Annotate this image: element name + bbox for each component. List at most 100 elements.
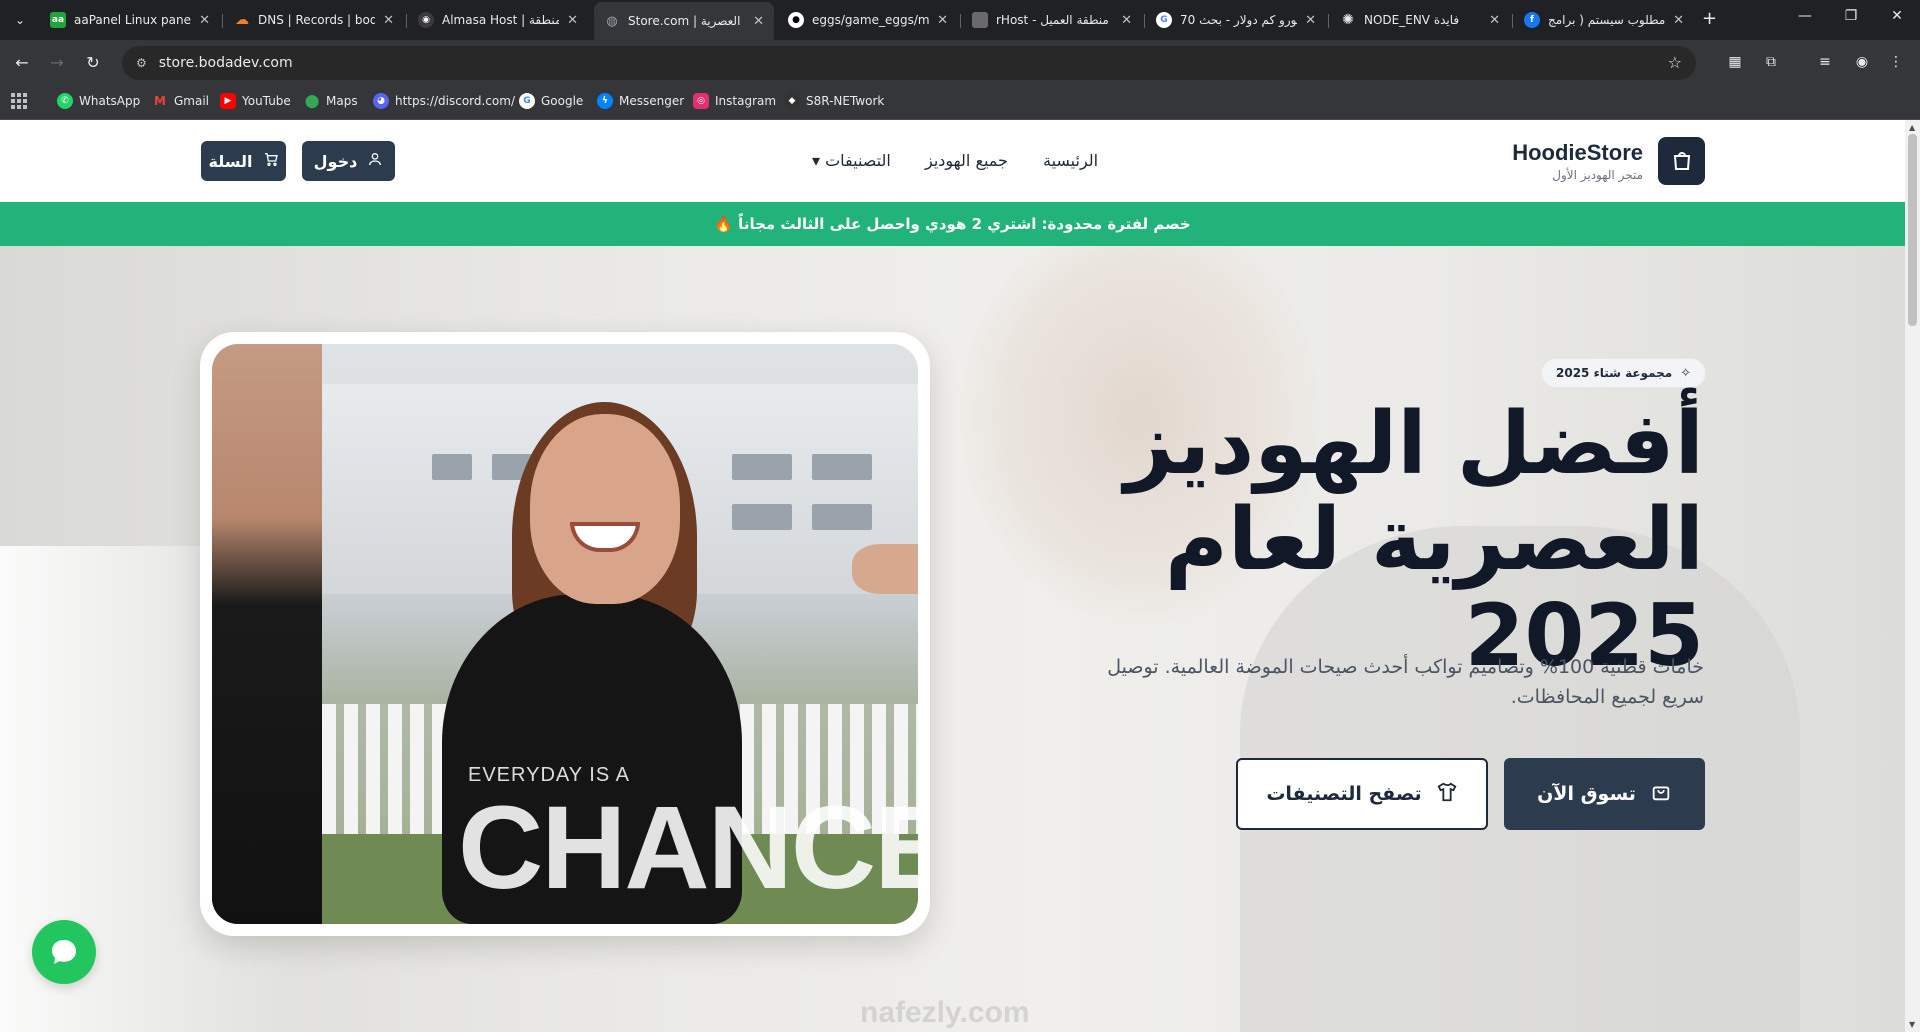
tab-active[interactable]: ◍ Store.com | العصرية ✕ xyxy=(594,2,774,40)
shopping-bag-icon xyxy=(1650,781,1672,808)
shop-now-label: تسوق الآن xyxy=(1537,783,1636,805)
tab-title: NODE_ENV فايدة xyxy=(1364,13,1460,27)
bookmark-star-icon[interactable]: ☆ xyxy=(1668,53,1682,72)
cloudflare-icon: ☁ xyxy=(235,12,249,28)
browse-categories-label: تصفح التصنيفات xyxy=(1266,783,1422,805)
tab-title: aaPanel Linux panel - xyxy=(74,13,192,27)
close-icon[interactable]: ✕ xyxy=(937,13,948,28)
close-icon[interactable]: ✕ xyxy=(1305,13,1316,28)
bookmark-label: Google xyxy=(541,94,584,108)
tab-title: Store.com | العصرية xyxy=(628,14,741,28)
tab-title: eggs/game_eggs/mi xyxy=(812,13,930,27)
s8r-icon: ◆ xyxy=(784,93,800,109)
back-icon[interactable]: ← xyxy=(10,50,34,74)
close-icon[interactable]: ✕ xyxy=(753,14,764,29)
cart-icon xyxy=(263,151,279,171)
close-icon[interactable]: ✕ xyxy=(383,13,394,28)
nav-all-hoodies[interactable]: جميع الهوديز xyxy=(925,151,1008,170)
bookmark-maps[interactable]: ⬤ Maps xyxy=(304,93,358,109)
browser-chrome: ⌄ aa aaPanel Linux panel - ✕ ☁ DNS | Rec… xyxy=(0,0,1920,120)
brand[interactable]: HoodieStore متجر الهوديز الأول xyxy=(1512,140,1643,182)
login-label: دخول xyxy=(313,151,358,171)
address-bar[interactable]: ⚙ store.bodadev.com ☆ xyxy=(122,46,1696,80)
bookmark-discord[interactable]: ◕ https://discord.com/ xyxy=(373,93,515,109)
promo-banner: خصم لفترة محدودة: اشتري 2 هودي واحصل على… xyxy=(0,202,1905,246)
site-info-icon[interactable]: ⚙ xyxy=(136,56,147,70)
bookmark-messenger[interactable]: ϟ Messenger xyxy=(597,93,684,109)
tab[interactable]: f مطلوب سيستم ( برامج ✕ xyxy=(1514,4,1694,36)
bookmark-label: Instagram xyxy=(715,94,777,108)
bookmark-instagram[interactable]: ◎ Instagram xyxy=(693,93,776,109)
tab[interactable]: aa aaPanel Linux panel - ✕ xyxy=(40,4,220,36)
tab[interactable]: ✺ NODE_ENV فايدة ✕ xyxy=(1330,4,1510,36)
close-icon[interactable]: ✕ xyxy=(1489,13,1500,28)
close-window-button[interactable]: ✕ xyxy=(1882,8,1912,24)
shirt-print-big: CHANCE xyxy=(458,782,918,914)
instagram-icon: ◎ xyxy=(693,93,709,109)
shopping-bag-icon[interactable] xyxy=(1658,137,1705,185)
minimize-button[interactable]: — xyxy=(1790,8,1820,24)
forward-icon[interactable]: → xyxy=(45,50,69,74)
tab-search-button[interactable]: ⌄ xyxy=(8,8,32,32)
page-scrollbar[interactable]: ▲ ▼ xyxy=(1905,120,1920,1032)
bookmark-label: Maps xyxy=(326,94,358,108)
scroll-thumb[interactable] xyxy=(1908,134,1917,326)
tab[interactable]: ● eggs/game_eggs/mi ✕ xyxy=(778,4,958,36)
bookmark-youtube[interactable]: ▶ YouTube xyxy=(220,93,291,109)
tab[interactable]: ☁ DNS | Records | boda ✕ xyxy=(224,4,404,36)
cart-button[interactable]: السلة xyxy=(201,141,286,181)
reload-icon[interactable]: ↻ xyxy=(81,50,105,74)
restore-button[interactable]: ❐ xyxy=(1836,8,1866,24)
close-icon[interactable]: ✕ xyxy=(1673,13,1684,28)
tab[interactable]: G 70 يورو كم دولار - بحث ✕ xyxy=(1146,4,1326,36)
bookmarks-bar: ✆ WhatsApp M Gmail ▶ YouTube ⬤ Maps ◕ https:/… xyxy=(0,85,1920,120)
nav-categories[interactable]: التصنيفات ▾ xyxy=(812,151,891,170)
bookmark-whatsapp[interactable]: ✆ WhatsApp xyxy=(57,93,140,109)
watermark: nafezly.com xyxy=(860,996,1030,1029)
nav-home[interactable]: الرئيسية xyxy=(1043,151,1098,170)
login-button[interactable]: دخول xyxy=(302,141,395,181)
bookmark-s8r[interactable]: ◆ S8R-NETwork xyxy=(784,93,884,109)
youtube-icon: ▶ xyxy=(220,93,236,109)
hero-subtitle: خامات قطنية 100% وتصاميم تواكب أحدث صيحا… xyxy=(1107,656,1704,708)
messenger-icon: ϟ xyxy=(597,93,613,109)
hero-section: EVERYDAY IS A CHANCE ✧ مجموعة شتاء 2025 … xyxy=(0,246,1905,1032)
close-icon[interactable]: ✕ xyxy=(199,13,210,28)
globe-icon: ◍ xyxy=(606,13,618,29)
cart-label: السلة xyxy=(208,151,253,171)
collection-badge: ✧ مجموعة شتاء 2025 xyxy=(1541,358,1707,388)
close-icon[interactable]: ✕ xyxy=(567,13,578,28)
scroll-down-icon[interactable]: ▼ xyxy=(1909,1020,1915,1029)
badge-text: مجموعة شتاء 2025 xyxy=(1556,366,1673,380)
chat-button[interactable] xyxy=(32,920,96,984)
hero-image: EVERYDAY IS A CHANCE xyxy=(212,344,918,924)
extensions-icon[interactable]: ⧉ xyxy=(1761,52,1781,72)
new-tab-button[interactable]: + xyxy=(1702,8,1717,29)
profile-icon[interactable]: ◉ xyxy=(1852,52,1872,72)
bookmark-label: WhatsApp xyxy=(79,94,141,108)
bookmark-label: https://discord.com/ xyxy=(395,94,515,108)
media-icon[interactable]: ≡ xyxy=(1815,52,1835,72)
aapanel-icon: aa xyxy=(50,12,66,28)
tab-strip: ⌄ aa aaPanel Linux panel - ✕ ☁ DNS | Rec… xyxy=(0,0,1920,40)
bookmark-label: YouTube xyxy=(242,94,291,108)
gmail-icon: M xyxy=(154,94,166,108)
url-text[interactable]: store.bodadev.com xyxy=(159,55,293,71)
bookmark-google[interactable]: G Google xyxy=(519,93,583,109)
tab[interactable]: ◉ Almasa Host | منطقة ✕ xyxy=(408,4,588,36)
brand-tagline: متجر الهوديز الأول xyxy=(1552,168,1643,182)
site-header: HoodieStore متجر الهوديز الأول الرئيسية … xyxy=(0,120,1905,202)
tab-title: مطلوب سيستم ( برامج xyxy=(1548,13,1666,27)
close-icon[interactable]: ✕ xyxy=(1121,13,1132,28)
tab-title: DNS | Records | boda xyxy=(258,13,376,27)
apps-icon[interactable] xyxy=(11,93,27,109)
maps-icon: ⬤ xyxy=(304,93,320,109)
tab[interactable]: rHost - منطقة العميل ✕ xyxy=(962,4,1142,36)
shop-now-button[interactable]: تسوق الآن xyxy=(1504,758,1705,830)
scroll-up-icon[interactable]: ▲ xyxy=(1909,123,1915,132)
tab-title: rHost - منطقة العميل xyxy=(996,13,1109,27)
qr-icon[interactable]: ▦ xyxy=(1725,52,1745,72)
browse-categories-button[interactable]: تصفح التصنيفات xyxy=(1236,758,1488,830)
bookmark-gmail[interactable]: M Gmail xyxy=(152,93,209,109)
menu-icon[interactable]: ⋮ xyxy=(1886,52,1906,72)
